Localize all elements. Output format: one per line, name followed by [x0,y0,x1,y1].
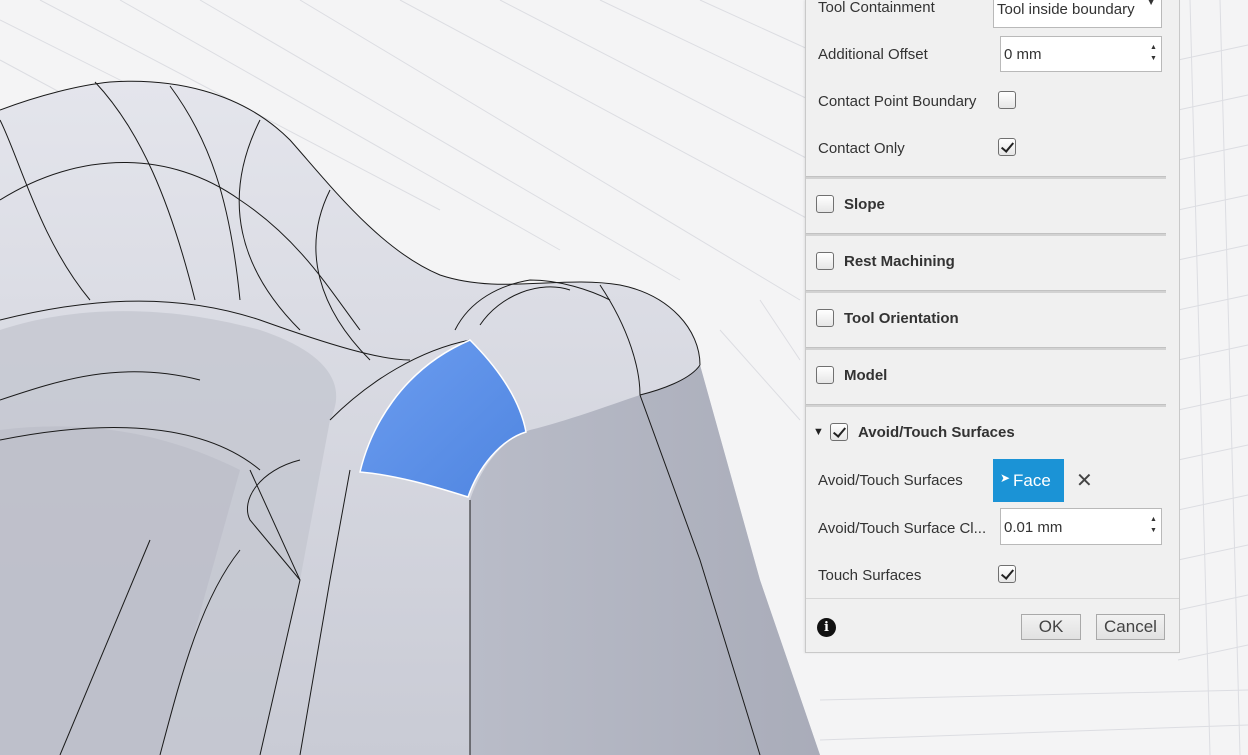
section-label: Rest Machining [844,253,955,270]
avoid-touch-surfaces-label: Avoid/Touch Surfaces [818,472,963,489]
section-label: Slope [844,196,885,213]
slope-checkbox[interactable] [816,195,834,213]
touch-surfaces-checkbox[interactable] [998,565,1016,583]
avoid-touch-surfaces-row: Avoid/Touch Surfaces ➤ Face ✕ [806,459,1179,502]
additional-offset-label: Additional Offset [818,46,928,63]
divider [806,404,1166,407]
section-slope[interactable]: Slope [806,185,1179,225]
info-icon[interactable]: i [817,618,836,637]
additional-offset-row: Additional Offset 0 mm ▲ ▼ [806,36,1179,76]
divider [806,290,1166,293]
tool-containment-value: Tool inside boundary [997,1,1135,18]
face-selection-button[interactable]: ➤ Face [993,459,1064,502]
face-button-label: Face [1013,471,1051,490]
divider [806,233,1166,236]
section-label: Tool Orientation [844,310,959,327]
ok-button[interactable]: OK [1021,614,1081,640]
cad-model[interactable] [0,80,820,755]
triangle-down-icon[interactable]: ▼ [813,426,824,438]
section-label: Model [844,367,888,384]
spinner-icon[interactable]: ▲ ▼ [1149,42,1158,64]
rest-machining-checkbox[interactable] [816,252,834,270]
contact-only-checkbox[interactable] [998,138,1016,156]
model-checkbox[interactable] [816,366,834,384]
tool-containment-label: Tool Containment [818,0,935,16]
avoid-touch-clearance-value: 0.01 mm [1004,519,1063,536]
cancel-button[interactable]: Cancel [1096,614,1165,640]
contact-only-label: Contact Only [818,140,905,157]
divider [806,176,1166,179]
chevron-down-icon: ▼ [1146,0,1156,8]
tool-containment-row: Tool Containment Tool inside boundary ▼ [806,0,1179,40]
avoid-touch-clearance-label: Avoid/Touch Surface Cl... [818,520,987,537]
avoid-touch-surfaces-checkbox[interactable] [830,423,848,441]
additional-offset-input[interactable]: 0 mm ▲ ▼ [1000,36,1162,72]
touch-surfaces-row: Touch Surfaces [806,555,1179,595]
contact-only-row: Contact Only [806,129,1179,169]
section-tool-orientation[interactable]: Tool Orientation [806,299,1179,339]
contact-point-boundary-label: Contact Point Boundary [818,93,977,110]
tool-orientation-checkbox[interactable] [816,309,834,327]
contact-point-boundary-row: Contact Point Boundary [806,82,1179,122]
avoid-touch-clearance-input[interactable]: 0.01 mm ▲ ▼ [1000,508,1162,545]
tool-containment-select[interactable]: Tool inside boundary ▼ [993,0,1162,28]
spinner-icon[interactable]: ▲ ▼ [1149,514,1158,536]
section-rest-machining[interactable]: Rest Machining [806,242,1179,282]
section-avoid-touch-surfaces[interactable]: ▼ Avoid/Touch Surfaces [806,413,1179,453]
cursor-icon: ➤ [1000,471,1011,485]
avoid-touch-clearance-row: Avoid/Touch Surface Cl... 0.01 mm ▲ ▼ [806,508,1179,548]
section-model[interactable]: Model [806,356,1179,396]
close-icon[interactable]: ✕ [1076,468,1093,493]
contact-point-boundary-checkbox[interactable] [998,91,1016,109]
settings-panel: Tool Containment Tool inside boundary ▼ … [805,0,1180,653]
section-label: Avoid/Touch Surfaces [858,424,1015,441]
additional-offset-value: 0 mm [1004,46,1042,63]
dialog-footer: i OK Cancel [806,598,1179,652]
touch-surfaces-label: Touch Surfaces [818,567,922,584]
divider [806,347,1166,350]
